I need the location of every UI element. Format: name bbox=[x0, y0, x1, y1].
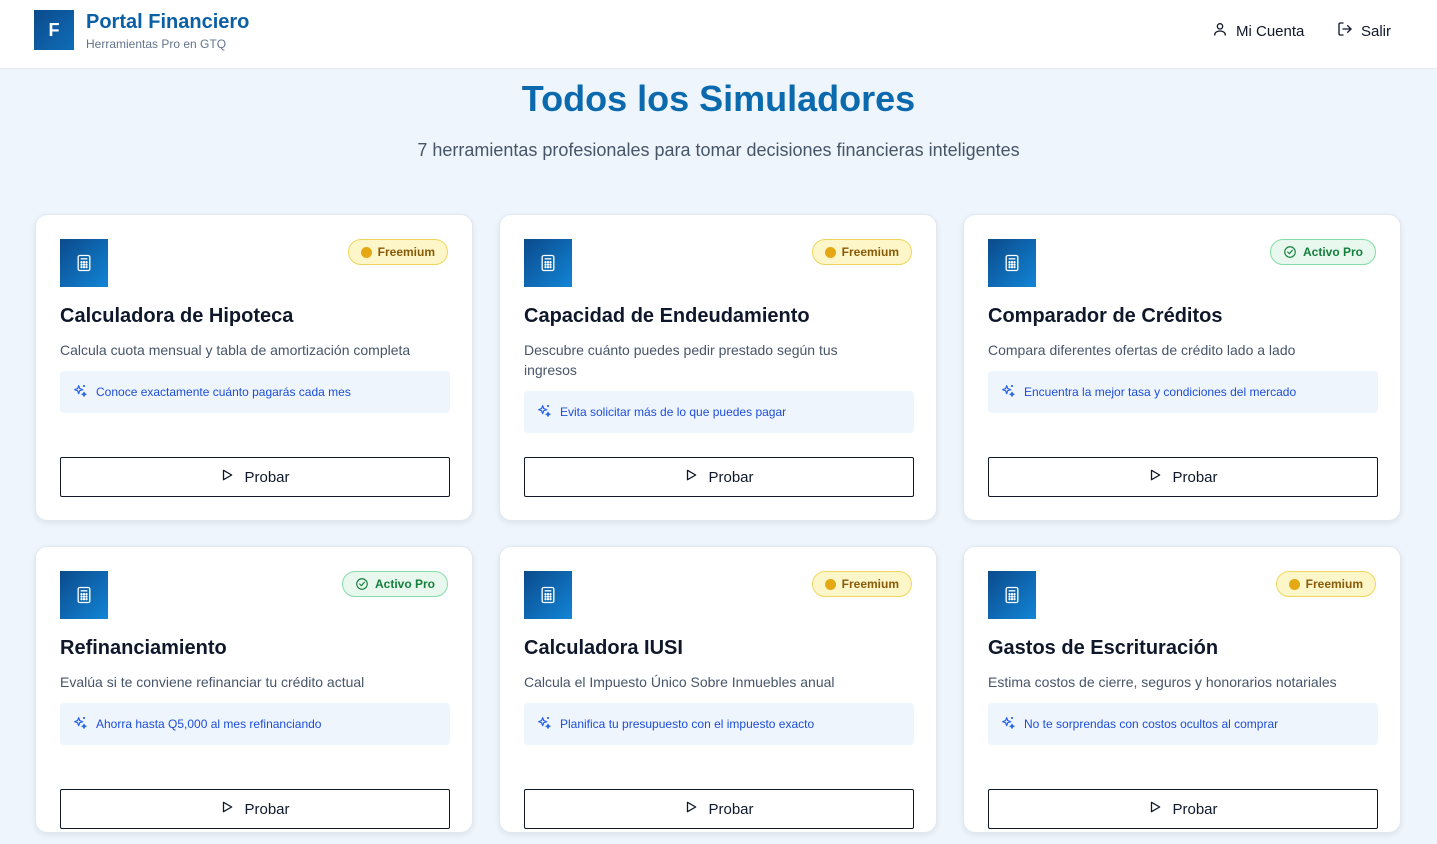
play-icon bbox=[1148, 800, 1162, 818]
probar-button[interactable]: Probar bbox=[524, 789, 914, 829]
probar-button[interactable]: Probar bbox=[524, 457, 914, 497]
play-icon bbox=[684, 800, 698, 818]
brand-name[interactable]: Portal Financiero bbox=[86, 11, 249, 34]
simulator-card-4: Activo Pro Refinanciamiento Evalúa si te… bbox=[35, 546, 473, 833]
card-benefit-text: Evita solicitar más de lo que puedes pag… bbox=[560, 405, 787, 419]
card-benefit-text: Ahorra hasta Q5,000 al mes refinanciando bbox=[96, 717, 322, 731]
plan-badge-label: Freemium bbox=[377, 245, 435, 259]
coin-icon bbox=[360, 246, 372, 258]
simulator-card-6: Freemium Gastos de Escrituración Estima … bbox=[963, 546, 1401, 833]
card-benefit: Ahorra hasta Q5,000 al mes refinanciando bbox=[60, 703, 450, 745]
coin-icon bbox=[824, 246, 836, 258]
play-icon bbox=[220, 800, 234, 818]
logout-link[interactable]: Salir bbox=[1337, 20, 1391, 42]
probar-label: Probar bbox=[244, 468, 290, 486]
card-benefit: No te sorprendas con costos ocultos al c… bbox=[988, 703, 1378, 745]
sparkles-icon bbox=[1000, 715, 1016, 734]
plan-badge: Activo Pro bbox=[341, 571, 448, 597]
card-title: Capacidad de Endeudamiento bbox=[524, 305, 810, 327]
simulator-card-1: Freemium Calculadora de Hipoteca Calcula… bbox=[35, 214, 473, 521]
play-icon bbox=[220, 468, 234, 486]
probar-button[interactable]: Probar bbox=[988, 457, 1378, 497]
card-benefit-text: Planifica tu presupuesto con el impuesto… bbox=[560, 717, 815, 731]
sparkles-icon bbox=[1000, 383, 1016, 402]
card-benefit-text: No te sorprendas con costos ocultos al c… bbox=[1024, 717, 1279, 731]
card-benefit-text: Encuentra la mejor tasa y condiciones de… bbox=[1024, 385, 1297, 399]
calculator-icon bbox=[988, 571, 1036, 619]
logout-icon bbox=[1337, 21, 1353, 41]
probar-label: Probar bbox=[1172, 800, 1218, 818]
sparkles-icon bbox=[72, 383, 88, 402]
card-description: Calcula el Impuesto Único Sobre Inmueble… bbox=[524, 674, 835, 690]
card-description: Estima costos de cierre, seguros y honor… bbox=[988, 674, 1337, 690]
my-account-label: Mi Cuenta bbox=[1236, 22, 1305, 40]
page-subtitle: 7 herramientas profesionales para tomar … bbox=[417, 140, 1020, 160]
page-title: Todos los Simuladores bbox=[521, 78, 916, 119]
sparkles-icon bbox=[536, 715, 552, 734]
card-benefit: Evita solicitar más de lo que puedes pag… bbox=[524, 391, 914, 433]
simulator-card-2: Freemium Capacidad de Endeudamiento Desc… bbox=[499, 214, 937, 521]
plan-badge-label: Freemium bbox=[1305, 577, 1363, 591]
plan-badge: Freemium bbox=[811, 571, 912, 597]
calculator-icon bbox=[60, 571, 108, 619]
card-description: Evalúa si te conviene refinanciar tu cré… bbox=[60, 674, 365, 690]
top-navigation-bar: F Portal Financiero Herramientas Pro en … bbox=[0, 0, 1437, 69]
brand-tagline: Herramientas Pro en GTQ bbox=[86, 37, 227, 51]
logo[interactable]: F bbox=[34, 10, 74, 50]
card-description: Compara diferentes ofertas de crédito la… bbox=[988, 342, 1296, 358]
plan-badge-label: Freemium bbox=[841, 577, 899, 591]
plan-badge-label: Activo Pro bbox=[1302, 245, 1363, 259]
probar-button[interactable]: Probar bbox=[60, 457, 450, 497]
sparkles-icon bbox=[72, 715, 88, 734]
probar-label: Probar bbox=[708, 800, 754, 818]
card-benefit-text: Conoce exactamente cuánto pagarás cada m… bbox=[96, 385, 351, 399]
probar-label: Probar bbox=[1172, 468, 1218, 486]
card-description: Descubre cuánto puedes pedir prestado se… bbox=[524, 342, 838, 378]
plan-badge: Freemium bbox=[1275, 571, 1376, 597]
check-circle-icon bbox=[355, 577, 369, 591]
logout-label: Salir bbox=[1361, 22, 1392, 40]
card-title: Refinanciamiento bbox=[60, 637, 227, 659]
card-benefit: Encuentra la mejor tasa y condiciones de… bbox=[988, 371, 1378, 413]
card-benefit: Planifica tu presupuesto con el impuesto… bbox=[524, 703, 914, 745]
plan-badge-label: Activo Pro bbox=[374, 577, 435, 591]
calculator-icon bbox=[524, 239, 572, 287]
simulator-card-5: Freemium Calculadora IUSI Calcula el Imp… bbox=[499, 546, 937, 833]
user-icon bbox=[1212, 21, 1228, 41]
sparkles-icon bbox=[536, 403, 552, 422]
card-title: Comparador de Créditos bbox=[988, 305, 1223, 327]
check-circle-icon bbox=[1283, 245, 1297, 259]
calculator-icon bbox=[524, 571, 572, 619]
card-title: Calculadora IUSI bbox=[524, 637, 683, 659]
probar-button[interactable]: Probar bbox=[60, 789, 450, 829]
simulator-card-3: Activo Pro Comparador de Créditos Compar… bbox=[963, 214, 1401, 521]
play-icon bbox=[1148, 468, 1162, 486]
probar-label: Probar bbox=[244, 800, 290, 818]
plan-badge-label: Freemium bbox=[841, 245, 899, 259]
coin-icon bbox=[1288, 578, 1300, 590]
plan-badge: Freemium bbox=[811, 239, 912, 265]
play-icon bbox=[684, 468, 698, 486]
probar-label: Probar bbox=[708, 468, 754, 486]
plan-badge: Freemium bbox=[347, 239, 448, 265]
card-description: Calcula cuota mensual y tabla de amortiz… bbox=[60, 342, 411, 358]
calculator-icon bbox=[988, 239, 1036, 287]
card-title: Gastos de Escrituración bbox=[988, 637, 1219, 659]
calculator-icon bbox=[60, 239, 108, 287]
coin-icon bbox=[824, 578, 836, 590]
my-account-link[interactable]: Mi Cuenta bbox=[1212, 20, 1304, 42]
card-benefit: Conoce exactamente cuánto pagarás cada m… bbox=[60, 371, 450, 413]
probar-button[interactable]: Probar bbox=[988, 789, 1378, 829]
plan-badge: Activo Pro bbox=[1269, 239, 1376, 265]
card-title: Calculadora de Hipoteca bbox=[60, 305, 294, 327]
